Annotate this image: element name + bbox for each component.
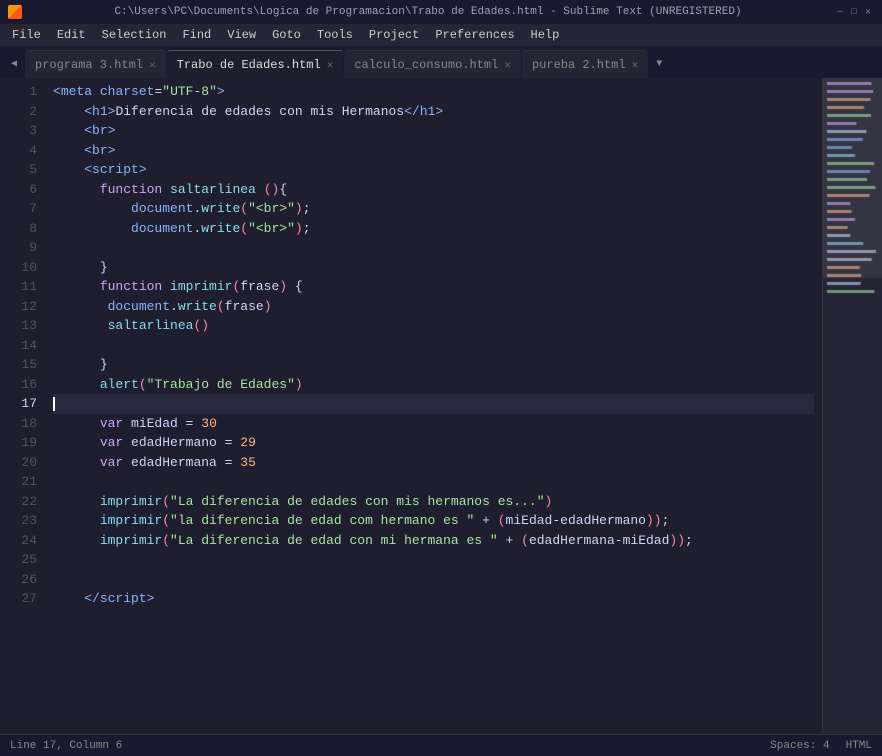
line-num-13: 13	[4, 316, 37, 336]
code-line-27: </script>	[53, 589, 814, 609]
line-num-17: 17	[4, 394, 37, 414]
indentation: Spaces: 4	[770, 740, 829, 752]
code-area[interactable]: <meta charset="UTF-8"> <h1>Diferencia de…	[45, 78, 822, 734]
title-text: C:\Users\PC\Documents\Logica de Programa…	[28, 6, 828, 18]
syntax-label: HTML	[846, 740, 872, 752]
code-line-20: var edadHermana = 35	[53, 453, 814, 473]
menu-item-project[interactable]: Project	[361, 26, 427, 44]
code-line-18: var miEdad = 30	[53, 414, 814, 434]
code-line-1: <meta charset="UTF-8">	[53, 82, 814, 102]
status-right: Spaces: 4 HTML	[770, 740, 872, 752]
line-num-1: 1	[4, 82, 37, 102]
line-num-8: 8	[4, 219, 37, 239]
code-line-25	[53, 550, 814, 570]
tab-nav-left[interactable]: ◀	[4, 50, 24, 78]
line-num-23: 23	[4, 511, 37, 531]
tab-nav-right[interactable]: ▼	[649, 50, 669, 78]
code-line-17	[53, 394, 814, 414]
tab-pureba-2-html[interactable]: pureba 2.html✕	[522, 50, 648, 78]
code-line-21	[53, 472, 814, 492]
code-line-5: <script>	[53, 160, 814, 180]
line-num-18: 18	[4, 414, 37, 434]
line-numbers: 1234567891011121314151617181920212223242…	[0, 78, 45, 734]
line-num-25: 25	[4, 550, 37, 570]
line-num-24: 24	[4, 531, 37, 551]
code-line-24: imprimir("La diferencia de edad con mi h…	[53, 531, 814, 551]
window-controls[interactable]: ─ □ ✕	[834, 6, 874, 18]
tab-bar: ◀ programa 3.html✕Trabo de Edades.html✕c…	[0, 46, 882, 78]
code-line-10: }	[53, 258, 814, 278]
code-line-13: saltarlinea()	[53, 316, 814, 336]
code-line-23: imprimir("la diferencia de edad com herm…	[53, 511, 814, 531]
code-line-7: document.write("<br>");	[53, 199, 814, 219]
tab-programa-3-html[interactable]: programa 3.html✕	[25, 50, 166, 78]
maximize-button[interactable]: □	[848, 6, 860, 18]
code-line-19: var edadHermano = 29	[53, 433, 814, 453]
app-icon	[8, 5, 22, 19]
status-left: Line 17, Column 6	[10, 740, 122, 752]
editor: 1234567891011121314151617181920212223242…	[0, 78, 882, 734]
code-line-8: document.write("<br>");	[53, 219, 814, 239]
line-num-26: 26	[4, 570, 37, 590]
code-line-3: <br>	[53, 121, 814, 141]
line-num-12: 12	[4, 297, 37, 317]
line-num-3: 3	[4, 121, 37, 141]
code-line-9	[53, 238, 814, 258]
menu-item-find[interactable]: Find	[174, 26, 219, 44]
line-num-4: 4	[4, 141, 37, 161]
menu-item-tools[interactable]: Tools	[309, 26, 361, 44]
status-bar: Line 17, Column 6 Spaces: 4 HTML	[0, 734, 882, 756]
code-line-16: alert("Trabajo de Edades")	[53, 375, 814, 395]
cursor	[53, 397, 55, 411]
code-line-26	[53, 570, 814, 590]
menu-item-view[interactable]: View	[219, 26, 264, 44]
code-line-4: <br>	[53, 141, 814, 161]
code-line-6: function saltarlinea (){	[53, 180, 814, 200]
code-line-15: }	[53, 355, 814, 375]
line-num-22: 22	[4, 492, 37, 512]
code-line-2: <h1>Diferencia de edades con mis Hermano…	[53, 102, 814, 122]
line-num-19: 19	[4, 433, 37, 453]
code-line-22: imprimir("La diferencia de edades con mi…	[53, 492, 814, 512]
minimize-button[interactable]: ─	[834, 6, 846, 18]
line-num-14: 14	[4, 336, 37, 356]
close-button[interactable]: ✕	[862, 6, 874, 18]
menu-item-help[interactable]: Help	[523, 26, 568, 44]
menu-bar: FileEditSelectionFindViewGotoToolsProjec…	[0, 24, 882, 46]
line-num-7: 7	[4, 199, 37, 219]
code-line-14	[53, 336, 814, 356]
line-num-2: 2	[4, 102, 37, 122]
line-num-10: 10	[4, 258, 37, 278]
code-line-11: function imprimir(frase) {	[53, 277, 814, 297]
cursor-position: Line 17, Column 6	[10, 740, 122, 752]
line-num-27: 27	[4, 589, 37, 609]
menu-item-selection[interactable]: Selection	[94, 26, 175, 44]
line-num-20: 20	[4, 453, 37, 473]
line-num-15: 15	[4, 355, 37, 375]
minimap	[822, 78, 882, 734]
line-num-16: 16	[4, 375, 37, 395]
menu-item-preferences[interactable]: Preferences	[427, 26, 522, 44]
tab-trabo-de-edades-html[interactable]: Trabo de Edades.html✕	[167, 50, 344, 78]
menu-item-goto[interactable]: Goto	[264, 26, 309, 44]
line-num-6: 6	[4, 180, 37, 200]
line-num-5: 5	[4, 160, 37, 180]
menu-item-file[interactable]: File	[4, 26, 49, 44]
menu-item-edit[interactable]: Edit	[49, 26, 94, 44]
tab-calculo-consumo-html[interactable]: calculo_consumo.html✕	[344, 50, 521, 78]
line-num-11: 11	[4, 277, 37, 297]
title-bar: C:\Users\PC\Documents\Logica de Programa…	[0, 0, 882, 24]
code-line-12: document.write(frase)	[53, 297, 814, 317]
line-num-21: 21	[4, 472, 37, 492]
line-num-9: 9	[4, 238, 37, 258]
